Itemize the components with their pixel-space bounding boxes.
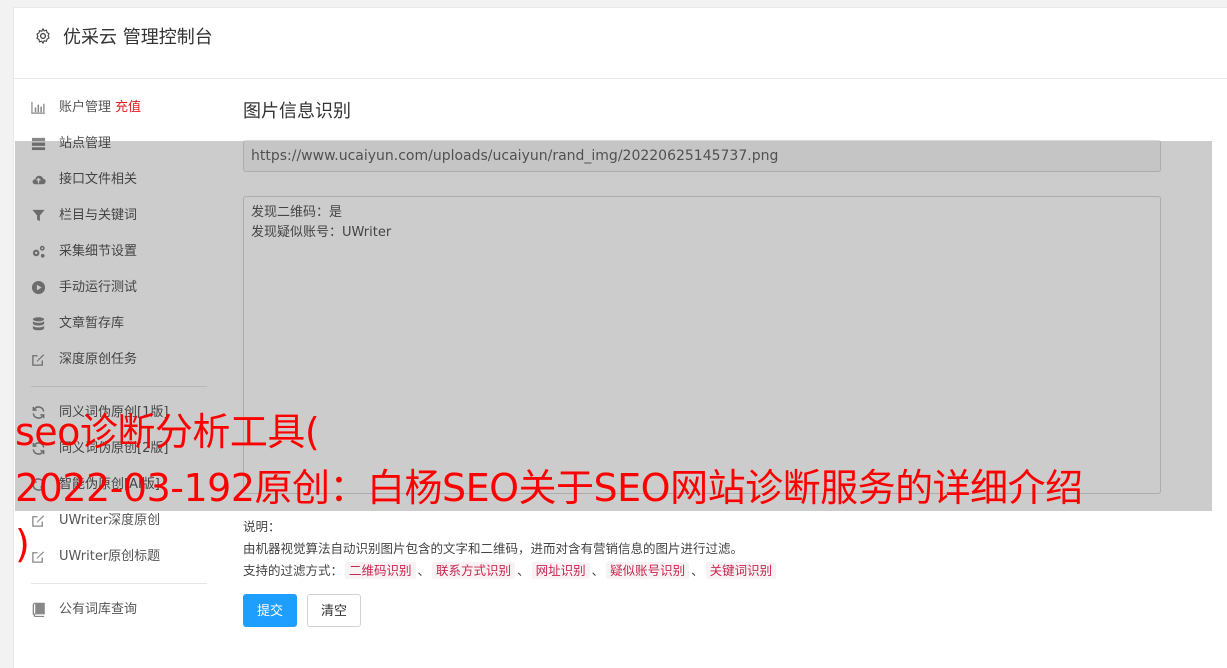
watermark-caption: seo诊断分析工具( 2022-03-192原创：白杨SEO关于SEO网站诊断服… xyxy=(15,404,1227,572)
book-icon xyxy=(32,602,45,617)
sidebar-item-public-lexicon[interactable]: 公有词库查询 xyxy=(29,600,209,636)
caption-line: 2022-03-192原创：白杨SEO关于SEO网站诊断服务的详细介绍 xyxy=(15,466,1083,510)
action-buttons: 提交 清空 xyxy=(243,594,371,627)
top-header: 优采云 管理控制台 xyxy=(14,8,1227,79)
bar-chart-icon xyxy=(31,101,46,114)
clear-button[interactable]: 清空 xyxy=(307,594,362,627)
main-content: 图片信息识别 https://www.ucaiyun.com/uploads/u… xyxy=(243,100,1163,627)
caption-line: seo诊断分析工具( xyxy=(15,410,320,454)
app-title: 优采云 管理控制台 xyxy=(63,27,213,48)
gear-icon xyxy=(36,27,50,45)
caption-line: ) xyxy=(15,522,30,566)
section-title: 图片信息识别 xyxy=(243,101,351,122)
sidebar-divider xyxy=(31,583,207,584)
recharge-link[interactable]: 充值 xyxy=(115,100,141,115)
sidebar-item-account[interactable]: 账户管理 充值 xyxy=(29,98,209,134)
sidebar-item-label: 公有词库查询 xyxy=(59,602,138,617)
sidebar-item-label: 账户管理 xyxy=(59,100,112,115)
submit-button[interactable]: 提交 xyxy=(243,594,298,627)
